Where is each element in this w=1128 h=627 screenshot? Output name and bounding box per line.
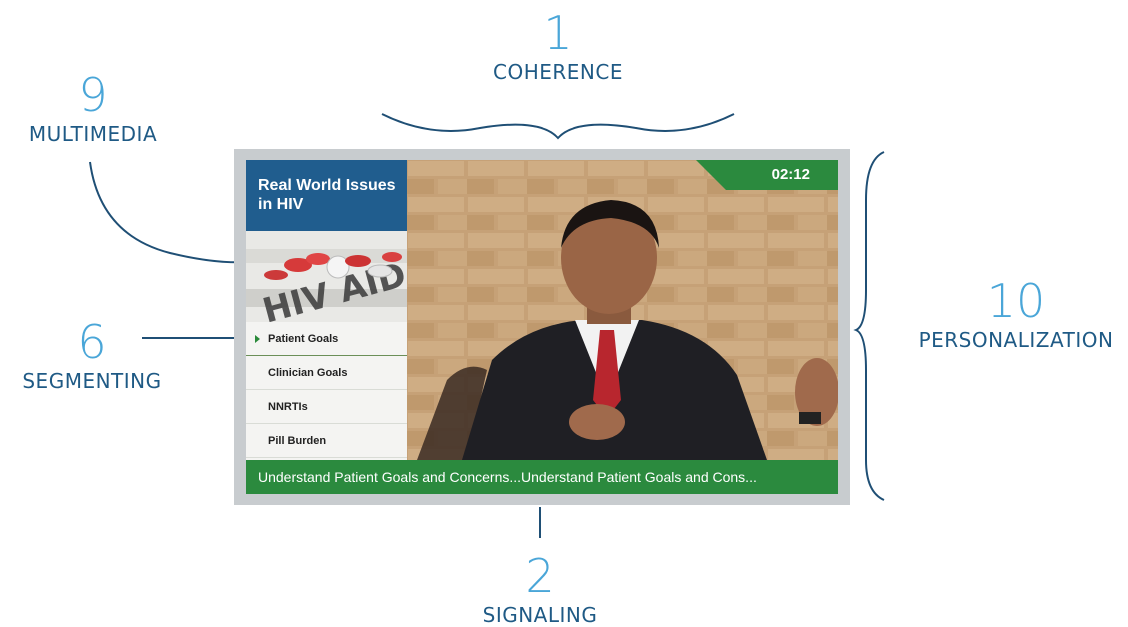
menu-item-label: Clinician Goals (268, 367, 348, 379)
annotation-number: 2 (525, 549, 555, 603)
annotation-multimedia: 9 MULTIMEDIA (18, 72, 168, 146)
play-arrow-icon (255, 335, 260, 343)
menu-item-label: Patient Goals (268, 333, 339, 345)
annotation-number: 10 (986, 274, 1046, 328)
annotation-coherence: 1 COHERENCE (487, 10, 629, 84)
annotation-label: SEGMENTING (22, 369, 162, 393)
course-title: Real World Issues in HIV (246, 160, 407, 231)
menu-item-label: NNRTIs (268, 401, 308, 413)
learning-objective-ticker: Understand Patient Goals and Concerns...… (246, 460, 838, 494)
video-frame[interactable]: 02:12 (407, 160, 838, 460)
annotation-label: SIGNALING (482, 603, 598, 627)
annotation-label: PERSONALIZATION (918, 328, 1114, 352)
multimedia-connector (89, 161, 249, 264)
speaker-video-image (407, 160, 838, 460)
menu-item-patient-goals[interactable]: Patient Goals (246, 322, 407, 356)
annotation-number: 9 (78, 68, 108, 122)
annotation-label: MULTIMEDIA (28, 122, 158, 146)
course-sidebar: Real World Issues in HIV HIV AID Patient… (246, 160, 407, 460)
annotation-number: 6 (77, 315, 107, 369)
annotation-personalization: 10 PERSONALIZATION (904, 278, 1128, 352)
menu-item-nnrtis[interactable]: NNRTIs (246, 390, 407, 424)
chapter-menu: Patient Goals Clinician Goals NNRTIs Pil… (246, 322, 407, 458)
video-player: Real World Issues in HIV HIV AID Patient… (234, 149, 850, 505)
pills-image: HIV AID (246, 231, 407, 322)
coherence-brace (381, 113, 735, 140)
menu-item-pill-burden[interactable]: Pill Burden (246, 424, 407, 458)
menu-item-label: Pill Burden (268, 435, 327, 447)
personalization-brace (853, 151, 885, 501)
menu-item-clinician-goals[interactable]: Clinician Goals (246, 356, 407, 390)
course-thumbnail: HIV AID (246, 231, 407, 322)
annotation-signaling: 2 SIGNALING (472, 553, 608, 627)
annotation-label: COHERENCE (493, 60, 623, 84)
annotation-number: 1 (543, 6, 573, 60)
annotation-segmenting: 6 SEGMENTING (14, 319, 170, 393)
